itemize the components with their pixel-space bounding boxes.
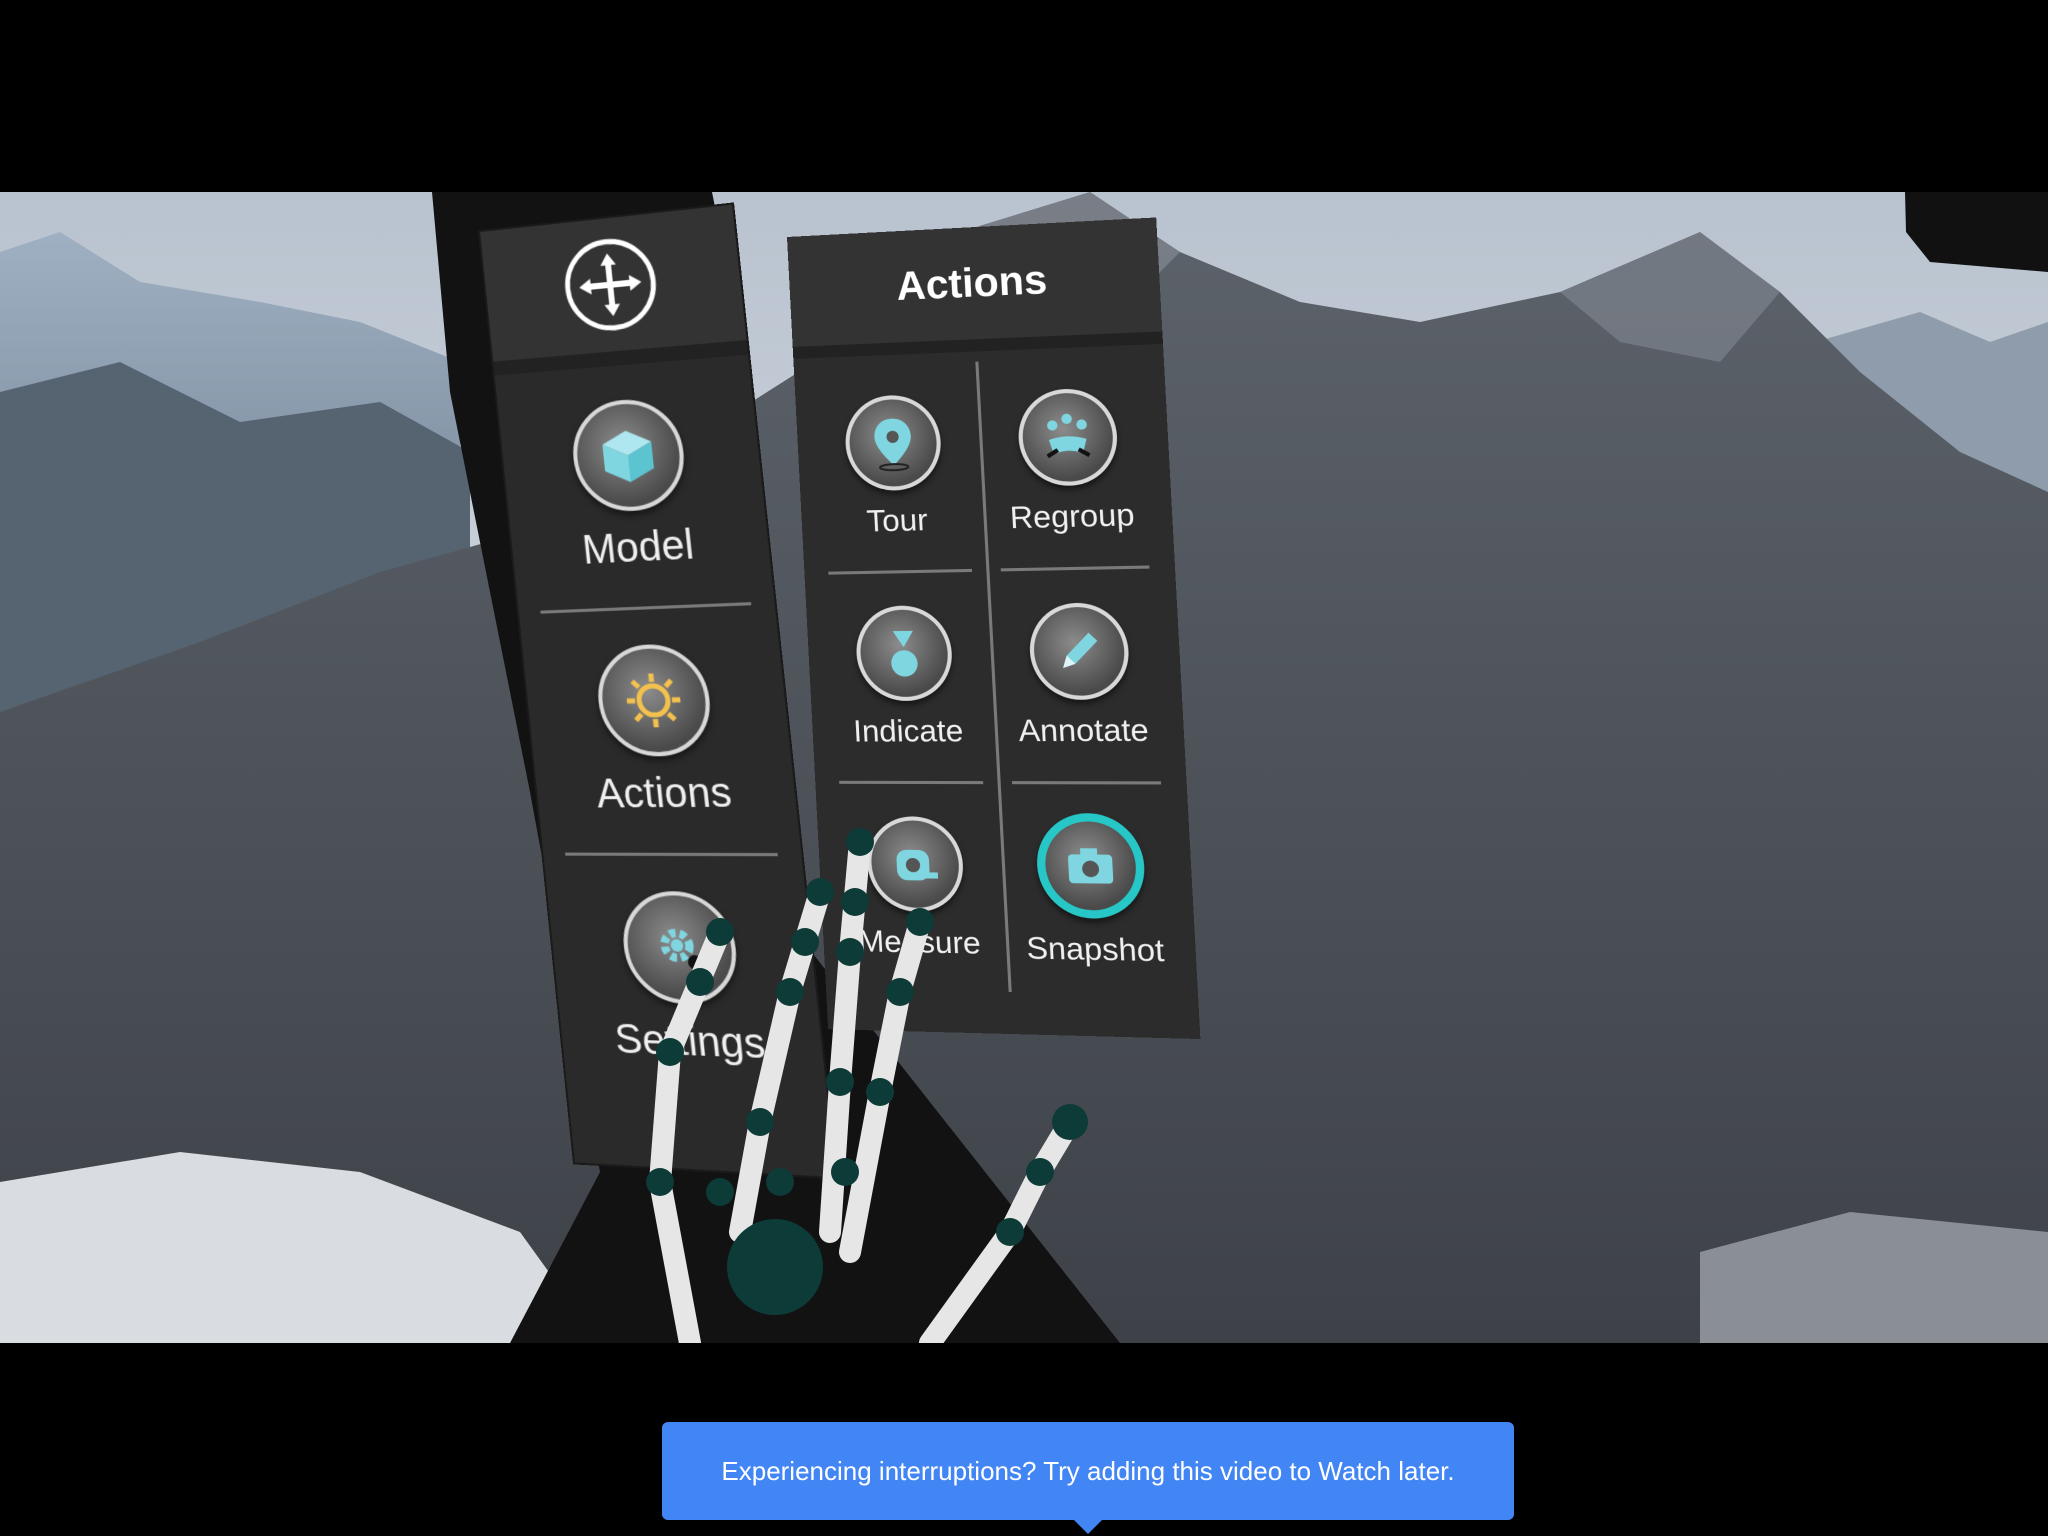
move-arrows-icon[interactable]: [557, 231, 664, 338]
gear-icon: [618, 890, 742, 1006]
nav-item-label: Actions: [594, 769, 734, 817]
tooltip-text: Experiencing interruptions? Try adding t…: [721, 1455, 1455, 1486]
actions-panel: Actions Tour Regroup Indicate Annotate M…: [787, 217, 1201, 1040]
nav-item-label: Settings: [612, 1016, 768, 1068]
action-annotate[interactable]: Annotate: [1000, 568, 1162, 785]
pencil-icon: [1027, 601, 1132, 700]
action-label: Tour: [865, 501, 929, 539]
action-label: Measure: [857, 922, 982, 961]
letterbox-top: [0, 0, 2048, 192]
watch-later-tooltip[interactable]: Experiencing interruptions? Try adding t…: [662, 1422, 1514, 1520]
sun-gear-icon: [592, 642, 716, 758]
tooltip-arrow: [1072, 1518, 1104, 1534]
action-measure[interactable]: Measure: [839, 784, 994, 994]
action-label: Indicate: [852, 712, 965, 749]
nav-item-settings[interactable]: Settings: [565, 856, 804, 1107]
move-handle[interactable]: [480, 204, 749, 376]
camera-icon: [1034, 812, 1148, 919]
indicate-icon: [854, 604, 955, 701]
action-label: Regroup: [1008, 495, 1136, 535]
cube-icon: [567, 395, 690, 514]
actions-grid: Tour Regroup Indicate Annotate Measure S…: [793, 344, 1198, 1007]
action-tour[interactable]: Tour: [817, 360, 973, 575]
regroup-icon: [1016, 386, 1120, 487]
tape-measure-icon: [865, 815, 966, 913]
action-label: Snapshot: [1025, 929, 1166, 968]
location-pin-icon: [843, 393, 944, 492]
action-label: Annotate: [1017, 711, 1150, 748]
action-indicate[interactable]: Indicate: [828, 571, 984, 785]
nav-item-model[interactable]: Model: [516, 356, 752, 614]
action-regroup[interactable]: Regroup: [989, 353, 1150, 572]
action-snapshot[interactable]: Snapshot: [1012, 784, 1172, 998]
actions-panel-title: Actions: [787, 217, 1164, 359]
vr-video-scene[interactable]: Model Actions Settings Actions Tour Regr…: [0, 192, 2048, 1343]
nav-item-actions[interactable]: Actions: [540, 605, 778, 857]
nav-item-label: Model: [580, 522, 697, 573]
